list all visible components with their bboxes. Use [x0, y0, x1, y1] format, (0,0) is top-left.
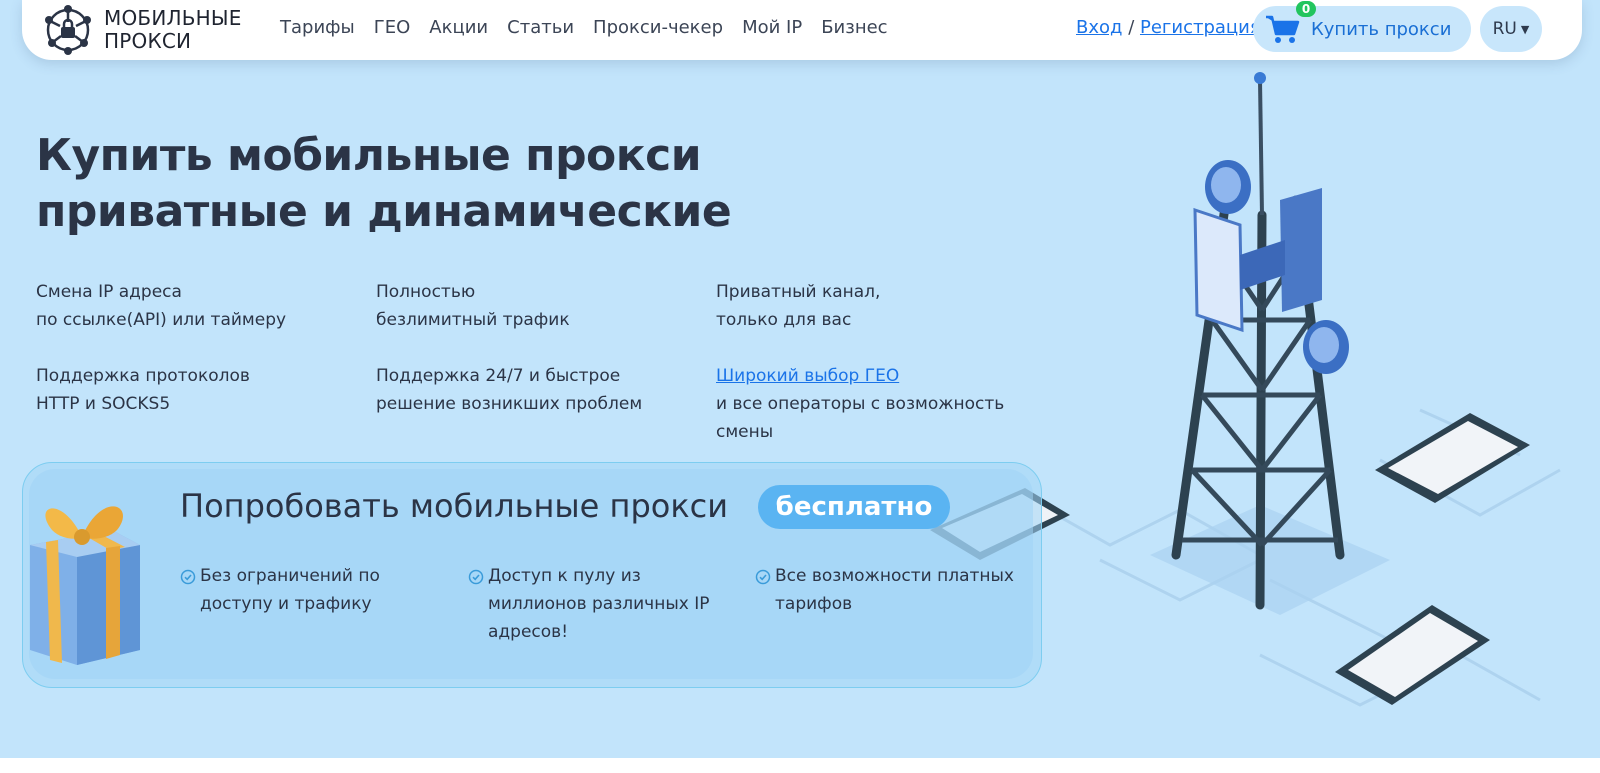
free-trial-title: Попробовать мобильные прокси	[180, 487, 729, 525]
nav-tariffs[interactable]: Тарифы	[280, 17, 355, 38]
buy-proxy-button[interactable]: 0 Купить прокси	[1253, 1, 1471, 52]
login-link[interactable]: Вход	[1076, 17, 1122, 38]
buy-proxy-label: Купить прокси	[1311, 19, 1452, 40]
chevron-down-icon: ▼	[1520, 22, 1530, 36]
page-title-line-2: приватные и динамические	[36, 186, 732, 237]
feature-line: решение возникших проблем	[376, 394, 643, 414]
nav-articles[interactable]: Статьи	[507, 17, 574, 38]
auth-separator: /	[1122, 17, 1140, 38]
benefit-line: Без ограничений по	[200, 566, 380, 586]
hero-section: МОБИЛЬНЫЕ ПРОКСИ Тарифы ГЕО Акции Статьи…	[0, 0, 1600, 758]
nav-proxy-checker[interactable]: Прокси-чекер	[593, 17, 723, 38]
gift-icon	[30, 506, 140, 665]
phone-illustration	[1375, 413, 1530, 503]
feature-unlimited-traffic: Полностью безлимитный трафик	[376, 278, 570, 334]
feature-line: Поддержка протоколов	[36, 366, 250, 386]
page-title: Купить мобильные прокси приватные и дина…	[36, 128, 732, 240]
nav-business[interactable]: Бизнес	[821, 17, 887, 38]
geo-choice-link[interactable]: Широкий выбор ГЕО	[716, 366, 899, 386]
nav-promotions[interactable]: Акции	[429, 17, 488, 38]
benefit-line: тарифов	[775, 594, 853, 614]
benefit-line: миллионов различных IP	[488, 594, 710, 614]
language-dropdown[interactable]: RU ▼	[1480, 6, 1542, 52]
benefit-line: адресов!	[488, 622, 569, 642]
benefit-ip-pool: Доступ к пулу из миллионов различных IP …	[468, 562, 710, 646]
auth-links: Вход / Регистрация	[1076, 17, 1261, 38]
cart-count-badge: 0	[1296, 1, 1316, 17]
feature-line: Полностью	[376, 282, 476, 302]
benefit-line: доступу и трафику	[200, 594, 372, 614]
cart-icon	[1266, 15, 1300, 43]
register-link[interactable]: Регистрация	[1140, 17, 1261, 38]
feature-line: смены	[716, 422, 774, 442]
feature-line: только для вас	[716, 310, 852, 330]
benefit-all-features: Все возможности платных тарифов	[755, 562, 1014, 618]
benefit-line: Все возможности платных	[775, 566, 1014, 586]
logo[interactable]: МОБИЛЬНЫЕ ПРОКСИ	[40, 4, 242, 56]
feature-ip-rotation: Смена IP адреса по ссылке(API) или тайме…	[36, 278, 286, 334]
free-badge[interactable]: бесплатно	[758, 485, 950, 529]
feature-line: Приватный канал,	[716, 282, 881, 302]
check-circle-icon	[755, 569, 771, 585]
feature-line: Смена IP адреса	[36, 282, 182, 302]
check-circle-icon	[468, 569, 484, 585]
feature-support: Поддержка 24/7 и быстрое решение возникш…	[376, 362, 642, 418]
feature-line: и все операторы с возможность	[716, 394, 1005, 414]
main-nav: Тарифы ГЕО Акции Статьи Прокси-чекер Мой…	[280, 17, 888, 38]
logo-text: МОБИЛЬНЫЕ ПРОКСИ	[104, 7, 242, 53]
language-label: RU	[1492, 19, 1517, 39]
benefit-line: Доступ к пулу из	[488, 566, 641, 586]
logo-icon	[45, 5, 91, 55]
benefit-no-limits: Без ограничений по доступу и трафику	[180, 562, 380, 618]
feature-private-channel: Приватный канал, только для вас	[716, 278, 880, 334]
nav-geo[interactable]: ГЕО	[374, 17, 411, 38]
feature-line: безлимитный трафик	[376, 310, 570, 330]
logo-line-1: МОБИЛЬНЫЕ	[104, 6, 242, 30]
navbar: МОБИЛЬНЫЕ ПРОКСИ Тарифы ГЕО Акции Статьи…	[22, 0, 1582, 60]
page-title-line-1: Купить мобильные прокси	[36, 130, 702, 181]
feature-line: HTTP и SOCKS5	[36, 394, 171, 414]
feature-line: по ссылке(API) или таймеру	[36, 310, 287, 330]
feature-geo: Широкий выбор ГЕО и все операторы с возм…	[716, 362, 1004, 446]
feature-protocols: Поддержка протоколов HTTP и SOCKS5	[36, 362, 250, 418]
nav-my-ip[interactable]: Мой IP	[742, 17, 802, 38]
feature-line: Поддержка 24/7 и быстрое	[376, 366, 621, 386]
logo-line-2: ПРОКСИ	[104, 29, 192, 53]
check-circle-icon	[180, 569, 196, 585]
